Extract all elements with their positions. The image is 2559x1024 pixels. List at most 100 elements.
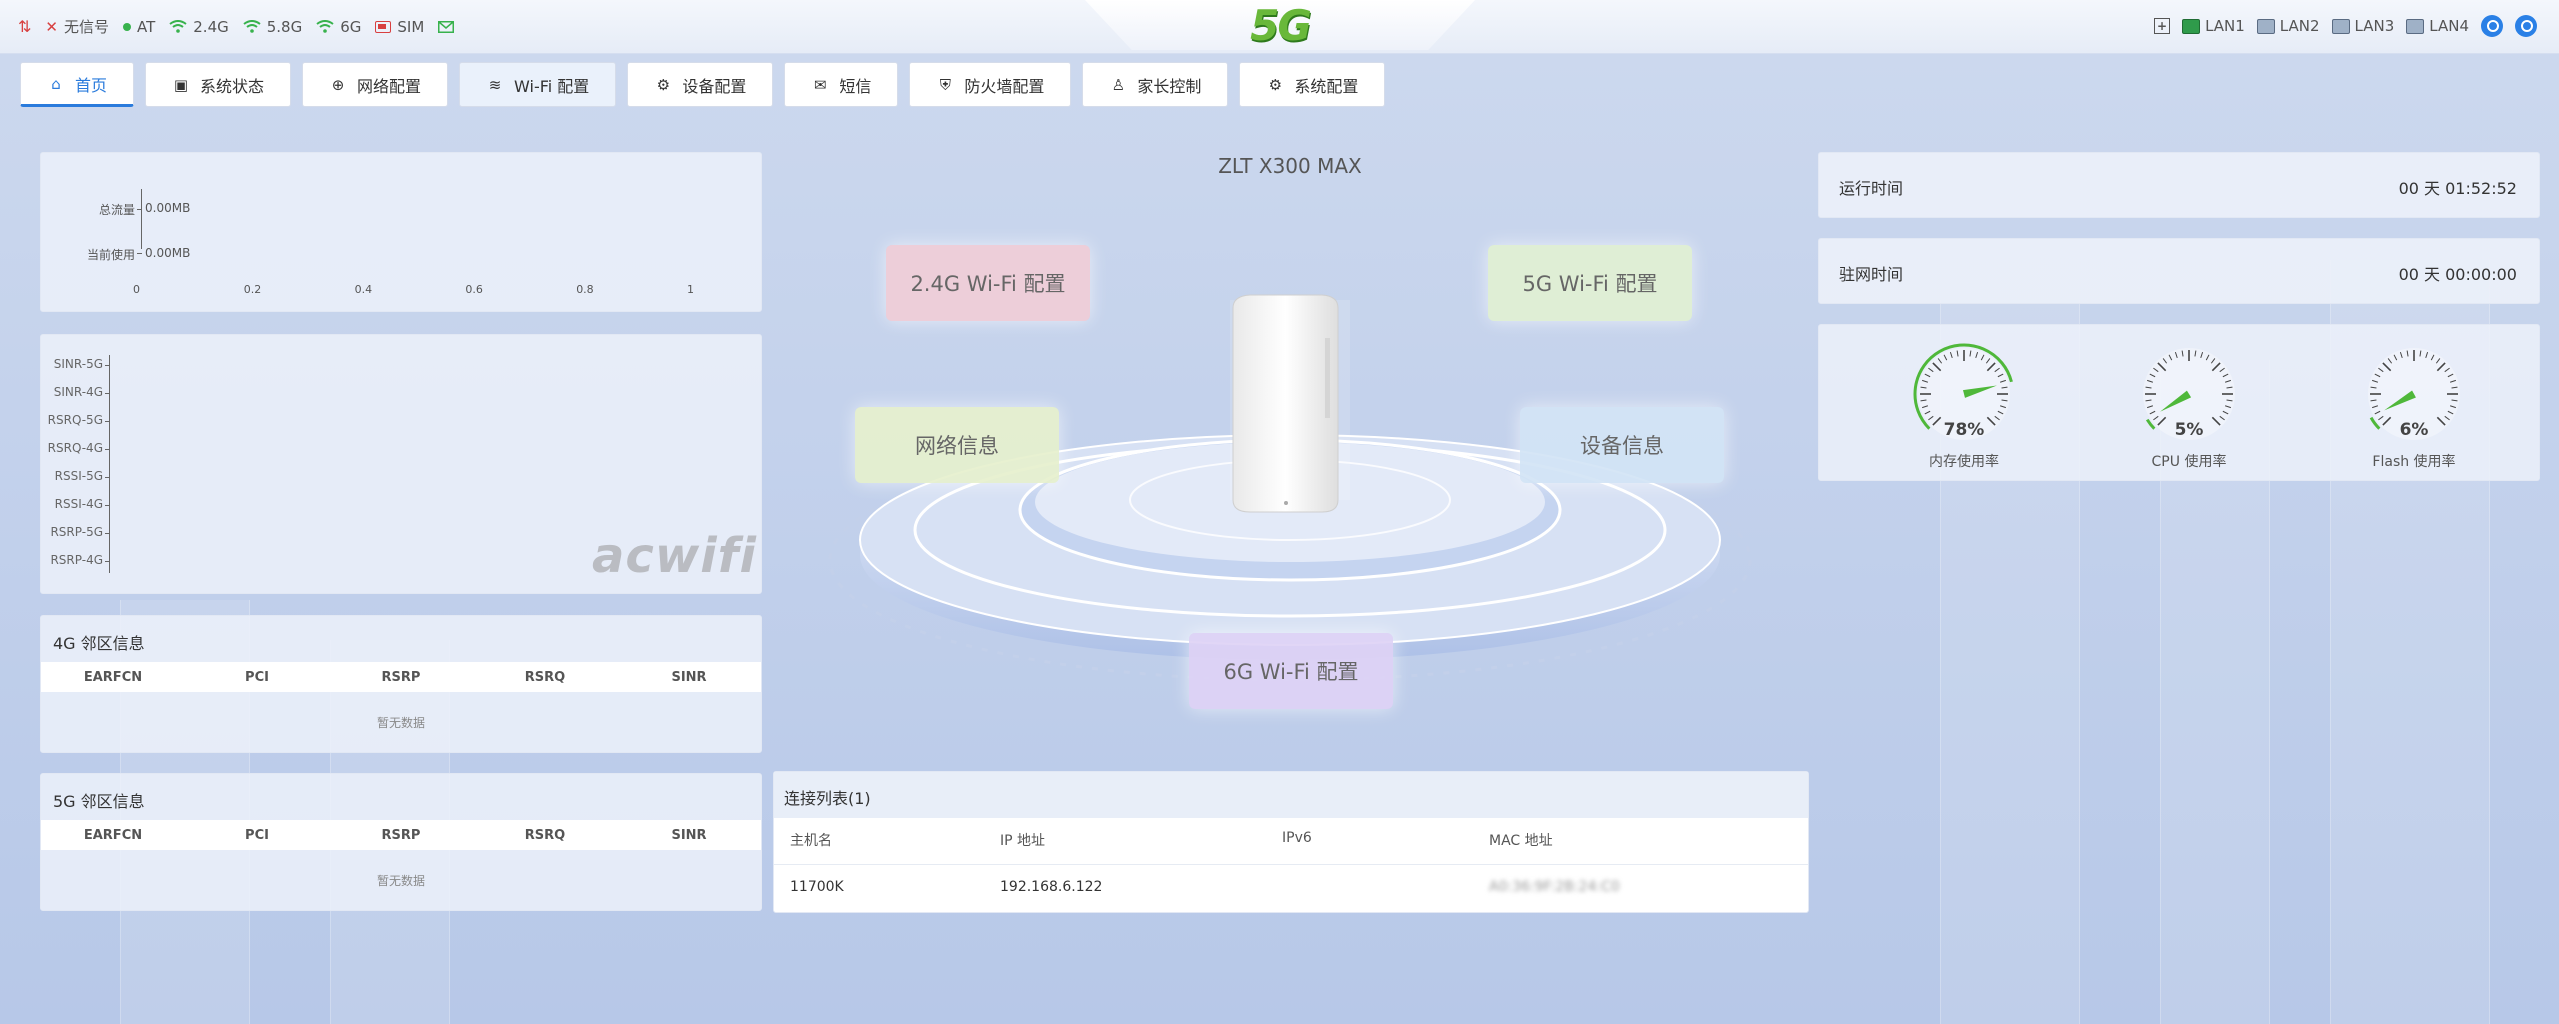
neighbor-4g-panel: 4G 邻区信息 EARFCN PCI RSRP RSRQ SINR 暂无数据 [40, 615, 762, 753]
5g-logo: 5G [1250, 0, 1312, 50]
tab-label: Wi-Fi 配置 [514, 76, 590, 96]
ethernet-port-icon [2256, 18, 2275, 34]
traffic-value-label: 0.00MB [145, 246, 191, 260]
table-divider [774, 864, 1808, 865]
col-mac: MAC 地址 [1489, 833, 1553, 849]
tab-home[interactable]: ⌂ 首页 [20, 62, 135, 107]
lan4-status: LAN4 [2406, 17, 2469, 35]
sim-text: SIM [397, 17, 425, 36]
neighbor-5g-title: 5G 邻区信息 [53, 792, 145, 811]
wifi-6-text: 6G [340, 17, 362, 36]
col-earfcn: EARFCN [83, 827, 143, 843]
updown-arrow-icon: ⇅ [18, 17, 32, 36]
at-status: AT [123, 18, 155, 36]
traffic-x-tick-label: 0.4 [354, 283, 373, 296]
gauge-value-text: 5% [2175, 420, 2204, 440]
signal-y-tick [105, 477, 110, 478]
signal-y-axis [109, 355, 110, 573]
cpu-gauge-label: CPU 使用率 [2151, 454, 2227, 470]
tab-label: 家长控制 [1137, 76, 1202, 96]
traffic-value-label: 0.00MB [145, 201, 191, 215]
traffic-x-tick-label: 0.6 [465, 283, 483, 296]
wifi-24-text: 2.4G [193, 17, 229, 36]
signal-category-label: SINR-5G [53, 357, 103, 371]
runtime-label: 运行时间 [1839, 179, 1904, 198]
lan3-label: LAN3 [2354, 17, 2395, 35]
status-dot-icon [123, 22, 131, 31]
wifi-58-status: 5.8G [243, 18, 302, 36]
mail-icon: ✉ [814, 75, 827, 94]
envelope-icon[interactable] [438, 20, 455, 33]
signal-y-tick [105, 421, 110, 422]
traffic-y-tick [137, 209, 142, 210]
col-rsrp: RSRP [381, 669, 421, 685]
wifi-6-status: 6G [316, 18, 361, 36]
gauge-value-text: 78% [1944, 420, 1985, 440]
row-mac[interactable]: A0:36:9F:2B:24:C0 [1489, 879, 1620, 895]
usage-gauges-panel: 78% 内存使用率 5% CPU 使用率 6% Flash 使用率 [1818, 324, 2540, 481]
signal-y-tick [105, 533, 110, 534]
cpu-gauge-dial: 5% [2143, 348, 2235, 440]
add-icon[interactable]: + [2154, 18, 2171, 34]
signal-category-label: RSSI-4G [54, 497, 103, 511]
tab-parent[interactable]: ♙ 家长控制 [1082, 62, 1229, 107]
no-signal-icon: ✕ [45, 17, 58, 36]
logo-header: 5G [1085, 0, 1475, 50]
globe-icon: ⊕ [331, 75, 345, 94]
lan1-status: LAN1 [2182, 17, 2245, 35]
cpu-gauge: 5% CPU 使用率 [2134, 339, 2244, 470]
device-model-name: ZLT X300 MAX [1218, 154, 1362, 178]
tab-mail[interactable]: ✉ 短信 [784, 62, 899, 107]
signal-category-label: RSRQ-4G [47, 441, 103, 455]
gauge-value-text: 6% [2400, 420, 2429, 440]
sim-status: SIM [375, 18, 424, 36]
tab-label: 防火墙配置 [964, 76, 1045, 96]
traffic-category-label: 当前使用 [86, 248, 135, 262]
neighbor-5g-panel: 5G 邻区信息 EARFCN PCI RSRP RSRQ SINR 暂无数据 [40, 773, 762, 911]
traffic-x-tick-label: 0.8 [576, 283, 594, 296]
col-rsrq: RSRQ [524, 669, 566, 685]
tab-settings[interactable]: ⚙ 系统配置 [1239, 62, 1386, 107]
sim-card-icon [375, 20, 392, 33]
wifi-6g-config-card[interactable]: 6G Wi-Fi 配置 [1189, 633, 1393, 709]
neighbor-4g-empty: 暂无数据 [376, 716, 425, 730]
at-text: AT [137, 17, 156, 36]
signal-category-label: RSRP-5G [50, 525, 103, 539]
row-hostname[interactable]: 11700K [790, 879, 844, 895]
settings-icon: ⚙ [1268, 75, 1283, 94]
tab-label: 首页 [75, 75, 108, 95]
tab-label: 短信 [839, 76, 872, 96]
col-sinr: SINR [671, 669, 707, 685]
wifi-24g-config-card[interactable]: 2.4G Wi-Fi 配置 [886, 245, 1090, 321]
runtime-row: 运行时间 00 天 01:52:52 [1818, 152, 2540, 218]
tab-gear[interactable]: ⚙ 设备配置 [627, 62, 774, 107]
connection-list-title: 连接列表(1) [774, 772, 1808, 818]
signal-y-tick [105, 449, 110, 450]
signal-status: ✕ 无信号 [45, 16, 109, 37]
sms-status[interactable] [438, 20, 455, 33]
signal-category-label: SINR-4G [53, 385, 103, 399]
search-icon[interactable] [2481, 15, 2503, 37]
wifi-icon [169, 20, 187, 33]
lan4-label: LAN4 [2429, 17, 2469, 35]
lan3-status: LAN3 [2331, 17, 2395, 35]
col-pci: PCI [245, 669, 269, 685]
wifi-5g-config-card[interactable]: 5G Wi-Fi 配置 [1488, 245, 1692, 321]
col-rsrp: RSRP [381, 827, 421, 843]
tab-label: 网络配置 [357, 76, 422, 96]
network-info-card[interactable]: 网络信息 [855, 407, 1059, 483]
tab-globe[interactable]: ⊕ 网络配置 [302, 62, 449, 107]
tab-label: 设备配置 [682, 76, 747, 96]
tab-chart[interactable]: ▣ 系统状态 [145, 62, 292, 107]
tab-shield[interactable]: ⛨ 防火墙配置 [909, 62, 1072, 107]
chart-icon: ▣ [173, 75, 189, 94]
tab-wifi[interactable]: ≋ Wi-Fi 配置 [459, 62, 617, 107]
row-ip[interactable]: 192.168.6.122 [1000, 879, 1102, 895]
camp-time-row: 驻网时间 00 天 00:00:00 [1818, 238, 2540, 304]
traffic-chart-panel: 总流量 当前使用 0.00MB 0.00MB 0 0.2 0.4 0.6 0.8 1 [40, 152, 762, 312]
device-info-card[interactable]: 设备信息 [1520, 407, 1724, 483]
home-icon: ⌂ [51, 74, 61, 93]
wifi-24-status: 2.4G [169, 17, 229, 36]
user-icon[interactable] [2515, 15, 2537, 37]
signal-category-label: RSRP-4G [50, 553, 103, 567]
